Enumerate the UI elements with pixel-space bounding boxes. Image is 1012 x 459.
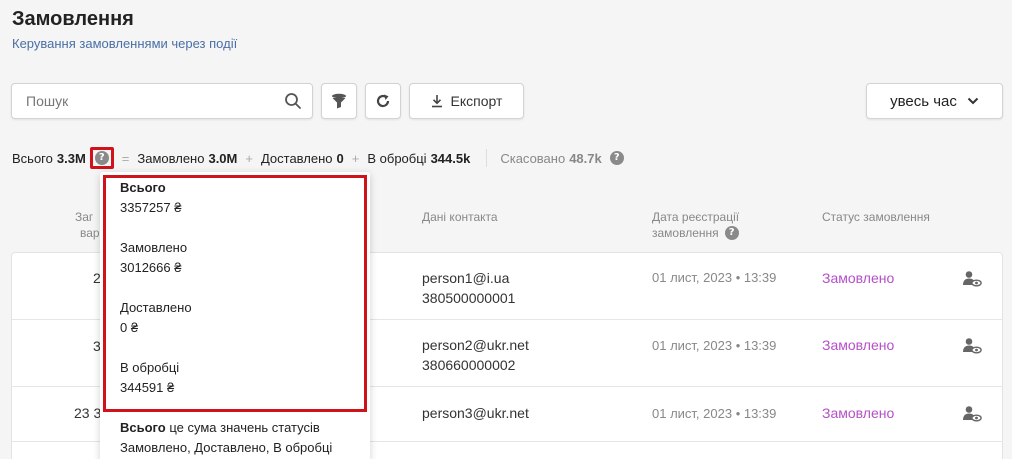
stats-bar: Всього 3.3M ? = Замовлено 3.0M + Доставл… bbox=[12, 147, 624, 169]
row-email[interactable]: person3@ukr.net bbox=[422, 403, 529, 423]
stat-processing-label: В обробці bbox=[367, 150, 427, 166]
page-title: Замовлення bbox=[12, 8, 134, 30]
row-status: Замовлено bbox=[822, 337, 895, 353]
tooltip-ordered-value: 3012666 ₴ bbox=[120, 260, 182, 275]
row-email[interactable]: person2@ukr.net bbox=[422, 335, 529, 355]
tooltip-ordered-label: Замовлено bbox=[120, 240, 188, 255]
row-date: 01 лист, 2023 • 13:39 bbox=[652, 406, 777, 421]
plus-sign: + bbox=[245, 150, 253, 166]
chevron-down-icon bbox=[967, 97, 979, 105]
column-header-contact[interactable]: Дані контакта bbox=[422, 208, 498, 226]
view-user-icon[interactable] bbox=[962, 270, 982, 288]
page-subtitle: Керування замовленнями через події bbox=[12, 36, 238, 51]
row-status: Замовлено bbox=[822, 405, 895, 421]
period-label: увесь час bbox=[890, 92, 957, 110]
column-header-total-partial-2: вар bbox=[80, 226, 100, 240]
stat-cancelled-value: 48.7k bbox=[569, 150, 602, 166]
plus-sign: + bbox=[351, 150, 360, 166]
tooltip-foot-line2: Замовлено, Доставлено, В обробці bbox=[120, 440, 333, 455]
help-icon[interactable]: ? bbox=[94, 151, 109, 165]
column-header-status[interactable]: Статус замовлення bbox=[822, 208, 930, 226]
search-input[interactable] bbox=[26, 93, 276, 109]
total-help-highlight: ? bbox=[89, 147, 114, 169]
stat-delivered-value: 0 bbox=[336, 150, 344, 166]
export-label: Експорт bbox=[450, 93, 503, 109]
tooltip-delivered-label: Доставлено bbox=[120, 300, 192, 315]
tooltip-foot-text: це сума значень статусів bbox=[165, 420, 320, 435]
tooltip-processing-label: В обробці bbox=[120, 360, 180, 375]
export-button[interactable]: Експорт bbox=[409, 83, 524, 119]
divider bbox=[486, 149, 488, 167]
row-date: 01 лист, 2023 • 13:39 bbox=[652, 338, 777, 353]
equals-sign: = bbox=[121, 150, 130, 166]
funnel-icon bbox=[332, 93, 346, 109]
row-status: Замовлено bbox=[822, 270, 895, 286]
view-user-icon[interactable] bbox=[962, 337, 982, 355]
tooltip-processing-value: 344591 ₴ bbox=[120, 380, 175, 395]
stat-ordered-value: 3.0M bbox=[208, 150, 238, 166]
column-header-date-text: замовлення bbox=[652, 226, 719, 240]
row-phone[interactable]: 380660000002 bbox=[422, 355, 515, 375]
tooltip-delivered-value: 0 ₴ bbox=[120, 320, 139, 335]
tooltip-footnote: Всього це сума значень статусів Замовлен… bbox=[120, 418, 365, 458]
refresh-button[interactable] bbox=[365, 83, 401, 119]
stat-total-value: 3.3M bbox=[56, 150, 86, 166]
refresh-icon bbox=[376, 94, 390, 108]
row-email[interactable]: person1@i.ua bbox=[422, 268, 509, 288]
view-user-icon[interactable] bbox=[962, 405, 982, 423]
row-total-partial: 23 3 bbox=[74, 405, 102, 421]
period-select[interactable]: увесь час bbox=[866, 83, 1003, 119]
tooltip-total-label: Всього bbox=[120, 180, 166, 195]
row-date: 01 лист, 2023 • 13:39 bbox=[652, 270, 777, 285]
stat-total-label: Всього bbox=[12, 150, 53, 166]
row-phone[interactable]: 380500000001 bbox=[422, 288, 515, 308]
search-icon[interactable] bbox=[284, 92, 302, 110]
filter-button[interactable] bbox=[321, 83, 357, 119]
search-field[interactable] bbox=[11, 83, 313, 119]
tooltip-foot-bold: Всього bbox=[120, 420, 166, 435]
stat-processing-value: 344.5k bbox=[430, 150, 471, 166]
column-header-date-line2: замовлення ? bbox=[652, 224, 739, 242]
stat-delivered-label: Доставлено bbox=[260, 150, 333, 166]
stat-cancelled-label: Скасовано bbox=[500, 150, 566, 166]
tooltip-total-value: 3357257 ₴ bbox=[120, 200, 182, 215]
stat-ordered-label: Замовлено bbox=[137, 150, 205, 166]
download-icon bbox=[431, 95, 442, 108]
help-icon[interactable]: ? bbox=[609, 151, 624, 165]
help-icon[interactable]: ? bbox=[724, 226, 739, 240]
